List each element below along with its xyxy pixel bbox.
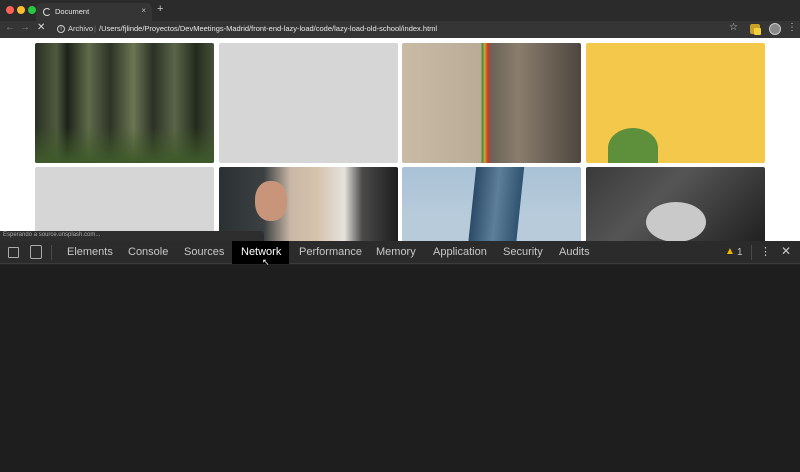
close-devtools-icon[interactable]: ✕ <box>781 244 791 258</box>
status-text: Esperando a source.unsplash.com... <box>3 232 101 238</box>
warning-count[interactable]: 1 <box>737 247 743 258</box>
tab-strip: Document × + <box>0 0 800 21</box>
scheme-label: Archivo <box>68 24 94 33</box>
browser-menu-icon[interactable]: ⋮ <box>787 22 797 33</box>
tab-network[interactable]: Network <box>232 241 289 264</box>
tab-sources[interactable]: Sources <box>177 241 231 264</box>
loading-spinner-icon <box>43 8 51 16</box>
cactus-shape <box>608 128 658 163</box>
close-window-button[interactable] <box>6 6 14 14</box>
tab-elements[interactable]: Elements <box>60 241 120 264</box>
image-cactus <box>586 43 765 163</box>
forward-icon[interactable]: → <box>20 22 30 33</box>
tower-shape <box>467 167 525 241</box>
devtools-panel: Elements Console Sources Network Perform… <box>0 241 800 472</box>
network-panel-content <box>0 265 800 472</box>
image-hands <box>586 167 765 241</box>
image-subway-station <box>402 43 581 163</box>
browser-tab[interactable]: Document × <box>36 3 152 21</box>
device-toolbar-icon[interactable] <box>30 245 42 259</box>
toolbar-divider <box>51 245 52 260</box>
face-shape <box>255 181 287 221</box>
back-icon[interactable]: ← <box>5 22 15 33</box>
status-bubble: Esperando a source.unsplash.com... <box>0 231 264 241</box>
tab-audits[interactable]: Audits <box>552 241 597 264</box>
extension-badge-icon <box>754 28 761 35</box>
tab-console[interactable]: Console <box>121 241 175 264</box>
tab-memory[interactable]: Memory <box>369 241 423 264</box>
devtools-toolbar: Elements Console Sources Network Perform… <box>0 241 800 267</box>
more-options-icon[interactable]: ⋮ <box>760 245 771 258</box>
tab-application[interactable]: Application <box>426 241 494 264</box>
image-placeholder <box>219 43 398 163</box>
profile-avatar[interactable] <box>769 23 781 35</box>
new-tab-button[interactable]: + <box>157 3 163 15</box>
image-forest <box>35 43 214 163</box>
toolbar-divider <box>751 245 752 260</box>
address-divider: | <box>94 24 96 33</box>
minimize-window-button[interactable] <box>17 6 25 14</box>
stop-loading-icon[interactable]: ✕ <box>37 22 45 33</box>
inspect-element-icon[interactable] <box>8 247 19 258</box>
url-input[interactable]: /Users/fjlinde/Proyectos/DevMeetings-Mad… <box>99 24 437 33</box>
bookmark-star-icon[interactable]: ☆ <box>729 22 738 33</box>
browser-window: Document × + ← → ✕ i Archivo | /Users/fj… <box>0 0 800 472</box>
address-bar: ← → ✕ i Archivo | /Users/fjlinde/Proyect… <box>0 21 800 38</box>
image-skyscraper <box>402 167 581 241</box>
tab-title: Document <box>55 7 90 16</box>
info-icon[interactable]: i <box>57 25 65 33</box>
maximize-window-button[interactable] <box>28 6 36 14</box>
tab-close-button[interactable]: × <box>141 6 146 15</box>
tab-security[interactable]: Security <box>496 241 550 264</box>
warning-icon[interactable]: ▲ <box>725 246 735 257</box>
image-man-laptop <box>219 167 398 241</box>
page-viewport <box>0 38 800 241</box>
hands-shape <box>646 202 706 241</box>
tab-performance[interactable]: Performance <box>292 241 369 264</box>
image-placeholder <box>35 167 214 241</box>
